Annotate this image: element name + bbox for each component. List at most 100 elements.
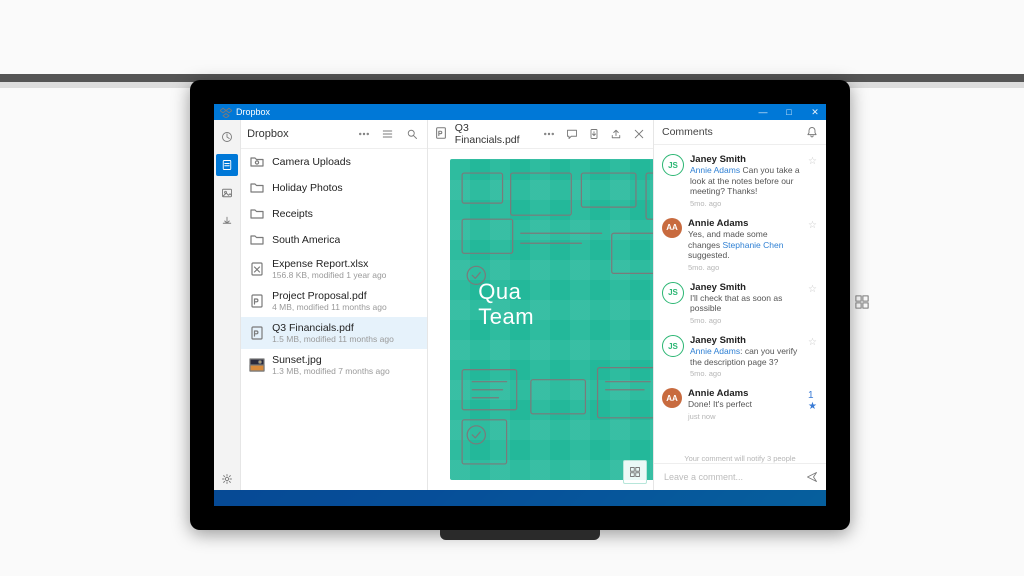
star-icon[interactable]: ☆ [808,220,818,231]
breadcrumb[interactable]: Dropbox [247,128,289,140]
search-icon[interactable] [403,125,421,143]
tablet-screen: Dropbox — □ ✕ [214,104,826,506]
comment-author: Annie Adams [688,218,802,229]
close-preview-icon[interactable] [631,125,647,143]
file-name: South America [272,234,340,246]
star-icon[interactable]: 1 ★ [808,390,818,412]
nav-recents[interactable] [216,126,238,148]
folder-icon [249,180,265,196]
avatar: AA [662,388,682,408]
preview-header: Q3 Financials.pdf [428,120,653,149]
file-row[interactable]: Expense Report.xlsx 156.8 KB, modified 1… [241,253,427,285]
document-hero-text: Qua Team [478,279,534,330]
file-name: Receipts [272,208,313,220]
file-row[interactable]: Project Proposal.pdf 4 MB, modified 11 m… [241,285,427,317]
comment-time: 5mo. ago [690,316,802,325]
star-icon[interactable]: ☆ [808,337,818,348]
file-row[interactable]: South America [241,227,427,253]
windows-taskbar[interactable] [214,490,826,506]
comment-item[interactable]: AA Annie Adams Done! It's perfect just n… [654,383,826,426]
file-panel-header: Dropbox [241,120,427,149]
nav-photos[interactable] [216,182,238,204]
comment-item[interactable]: JS Janey Smith Annie Adams: can you veri… [654,330,826,383]
file-row[interactable]: Q3 Financials.pdf 1.5 MB, modified 11 mo… [241,317,427,349]
comments-list[interactable]: JS Janey Smith Annie Adams Can you take … [654,145,826,451]
comment-item[interactable]: AA Annie Adams Yes, and made some change… [654,213,826,277]
window-titlebar: Dropbox — □ ✕ [214,104,826,120]
comment-compose [654,463,826,490]
tablet-frame: Dropbox — □ ✕ [190,80,850,530]
comment-input[interactable] [662,471,800,483]
folder-icon [249,206,265,222]
notifications-bell-icon[interactable] [806,126,818,138]
avatar: JS [662,154,684,176]
comments-panel: Comments JS Janey Smith Annie Adams Can … [654,120,826,490]
file-row[interactable]: Receipts [241,201,427,227]
comment-author: Janey Smith [690,335,802,346]
file-list[interactable]: Camera Uploads Holiday Photos Receipts S… [241,149,427,490]
window-title: Dropbox [236,107,270,117]
folder-icon [249,232,265,248]
file-meta: 1.5 MB, modified 11 months ago [272,334,394,344]
comment-time: 5mo. ago [688,263,802,272]
nav-settings[interactable] [216,468,238,490]
view-list-icon[interactable] [379,125,397,143]
download-icon[interactable] [586,125,602,143]
window-close-button[interactable]: ✕ [804,104,826,120]
file-meta: 1.3 MB, modified 7 months ago [272,366,390,376]
file-name: Expense Report.xlsx [272,258,386,270]
avatar: AA [662,218,682,238]
comment-time: 5mo. ago [690,199,802,208]
nav-rail [214,120,241,490]
comment-body: Yes, and made some changes Stephanie Che… [688,229,802,261]
file-name: Project Proposal.pdf [272,290,387,302]
windows-hardware-button[interactable] [850,290,874,314]
comment-icon[interactable] [564,125,580,143]
avatar: JS [662,335,684,357]
send-icon[interactable] [806,471,818,483]
window-minimize-button[interactable]: — [752,104,774,120]
star-icon[interactable]: ☆ [808,284,818,295]
preview-more-icon[interactable] [541,125,557,143]
file-meta: 4 MB, modified 11 months ago [272,302,387,312]
comment-author: Janey Smith [690,282,802,293]
file-name: Q3 Financials.pdf [272,322,394,334]
file-name: Sunset.jpg [272,354,390,366]
comment-body: Annie Adams: can you verify the descript… [690,346,802,367]
comment-body: Done! It's perfect [688,399,802,410]
file-row[interactable]: Holiday Photos [241,175,427,201]
file-name: Holiday Photos [272,182,343,194]
preview-title: Q3 Financials.pdf [455,122,529,146]
nav-files[interactable] [216,154,238,176]
file-row[interactable]: Camera Uploads [241,149,427,175]
star-icon[interactable]: ☆ [808,156,818,167]
document-page[interactable]: Qua Team [450,159,653,480]
comment-author: Annie Adams [688,388,802,399]
share-icon[interactable] [608,125,624,143]
comment-author: Janey Smith [690,154,802,165]
file-meta: 156.8 KB, modified 1 year ago [272,270,386,280]
grid-thumbnails-button[interactable] [623,460,647,484]
pdf-icon [249,325,265,341]
comment-item[interactable]: JS Janey Smith I'll check that as soon a… [654,277,826,330]
comment-item[interactable]: JS Janey Smith Annie Adams Can you take … [654,149,826,213]
pdf-icon [249,293,265,309]
comment-body: I'll check that as soon as possible [690,293,802,314]
more-icon[interactable] [355,125,373,143]
xlsx-icon [249,261,265,277]
comment-time: just now [688,412,802,421]
comments-header: Comments [662,126,713,138]
document-preview: Q3 Financials.pdf [428,120,654,490]
comment-time: 5mo. ago [690,369,802,378]
comment-notify-hint: Your comment will notify 3 people [654,451,826,463]
nav-offline[interactable] [216,210,238,232]
file-row[interactable]: Sunset.jpg 1.3 MB, modified 7 months ago [241,349,427,381]
comment-body: Annie Adams Can you take a look at the n… [690,165,802,197]
folder_camera-icon [249,154,265,170]
image-icon [249,357,265,373]
pdf-icon [434,126,449,142]
window-maximize-button[interactable]: □ [778,104,800,120]
file-name: Camera Uploads [272,156,351,168]
file-panel: Dropbox [241,120,428,490]
dropbox-app-window: Dropbox — □ ✕ [214,104,826,490]
